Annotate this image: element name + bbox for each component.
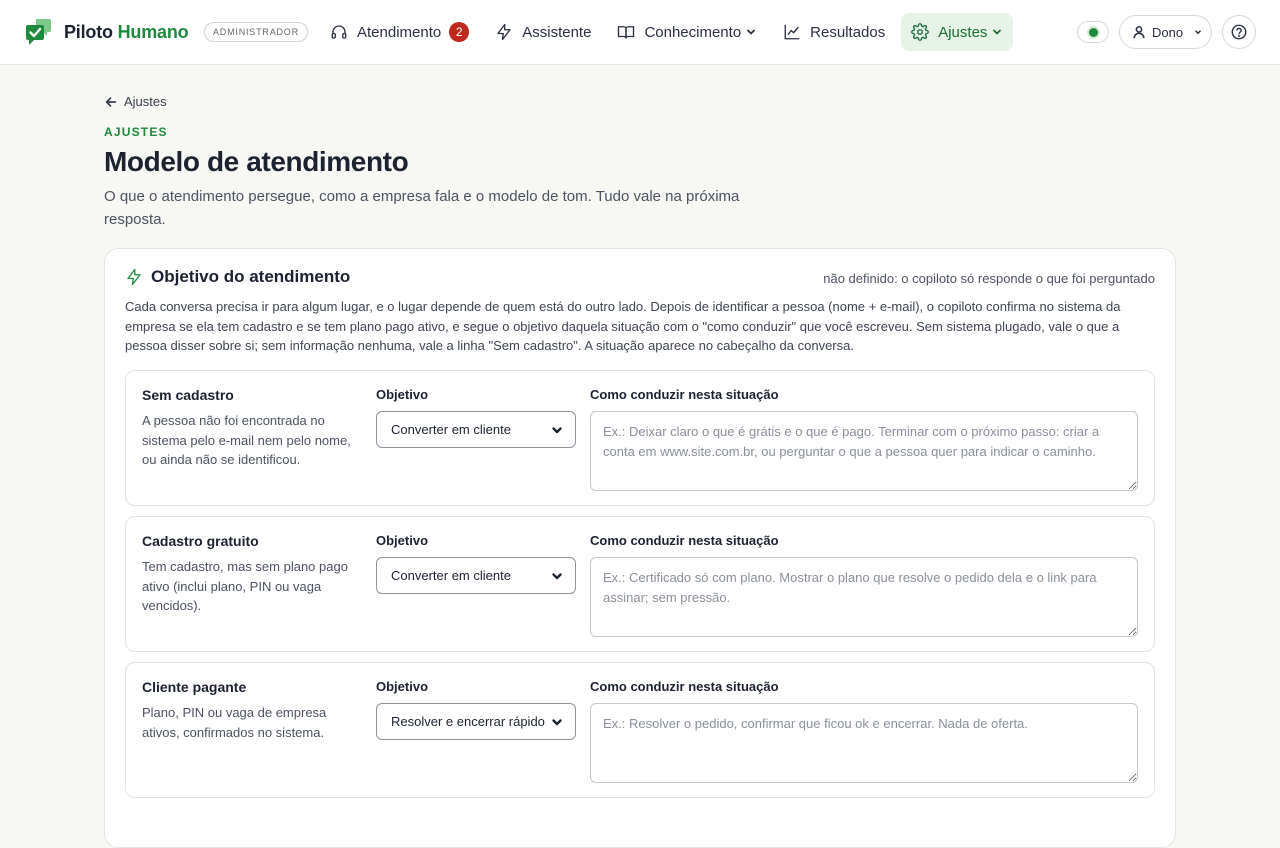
headset-icon — [331, 25, 347, 39]
back-link[interactable]: Ajustes — [104, 94, 167, 109]
objective-select-value: Resolver e encerrar rápido — [391, 714, 545, 729]
guide-label: Como conduzir nesta situação — [590, 679, 779, 694]
situation-cadastro-gratuito: Cadastro gratuito Tem cadastro, mas sem … — [125, 516, 1155, 652]
brand-name: Piloto Humano — [64, 21, 189, 42]
guide-textarea[interactable] — [590, 703, 1138, 783]
chevron-down-icon — [552, 426, 562, 433]
status-dot — [1089, 28, 1098, 37]
situation-sem-cadastro: Sem cadastro A pessoa não foi encontrada… — [125, 370, 1155, 506]
card-description: Cada conversa precisa ir para algum luga… — [125, 299, 1121, 353]
nav-item-atendimento[interactable]: Atendimento 2 — [320, 13, 479, 51]
online-status-toggle[interactable] — [1077, 21, 1109, 43]
objective-select[interactable]: Converter em cliente — [376, 411, 576, 448]
role-badge: ADMINISTRADOR — [204, 22, 308, 42]
objective-label: Objetivo — [376, 533, 429, 548]
situation-name: Cliente pagante — [142, 679, 247, 695]
nav-item-label: Assistente — [522, 23, 592, 41]
user-label: Dono — [1152, 24, 1184, 40]
arrow-left-icon — [105, 96, 117, 107]
lightning-icon — [127, 268, 141, 286]
page-eyebrow: AJUSTES — [104, 125, 168, 139]
nav-item-assistente[interactable]: Assistente — [485, 13, 601, 51]
nav-item-ajustes[interactable]: Ajustes — [901, 13, 1014, 51]
nav-item-resultados[interactable]: Resultados — [773, 13, 895, 51]
situation-name: Cadastro gratuito — [142, 533, 259, 549]
nav-item-label: Resultados — [810, 23, 886, 41]
nav-item-conhecimento[interactable]: Conhecimento — [607, 13, 767, 51]
chart-line-icon — [784, 24, 800, 40]
lightning-icon — [497, 23, 511, 41]
objective-select[interactable]: Resolver e encerrar rápido — [376, 703, 576, 740]
card-header: Objetivo do atendimento — [125, 267, 350, 287]
situation-description: Plano, PIN ou vaga de empresa ativos, co… — [142, 705, 327, 740]
help-circle-icon — [1231, 24, 1247, 40]
top-bar: Piloto Humano ADMINISTRADOR Atendimento … — [0, 0, 1280, 65]
situation-description: Tem cadastro, mas sem plano pago ativo (… — [142, 559, 348, 613]
chevron-down-icon — [1195, 30, 1202, 35]
gear-icon — [911, 23, 930, 41]
guide-textarea[interactable] — [590, 411, 1138, 491]
objective-select-value: Converter em cliente — [391, 568, 511, 583]
chevron-down-icon — [747, 29, 756, 35]
user-menu-button[interactable]: Dono — [1119, 15, 1212, 49]
nav-item-label: Atendimento — [357, 23, 442, 41]
user-icon — [1133, 25, 1145, 39]
objective-label: Objetivo — [376, 387, 429, 402]
situation-name: Sem cadastro — [142, 387, 234, 403]
brand[interactable]: Piloto Humano — [26, 18, 189, 46]
nav-item-label: Conhecimento — [644, 23, 742, 41]
objective-label: Objetivo — [376, 679, 429, 694]
chevron-down-icon — [552, 572, 562, 579]
guide-label: Como conduzir nesta situação — [590, 533, 779, 548]
situation-description: A pessoa não foi encontrada no sistema p… — [142, 413, 351, 467]
chevron-down-icon — [552, 718, 562, 725]
help-button[interactable] — [1222, 15, 1256, 49]
guide-label: Como conduzir nesta situação — [590, 387, 779, 402]
main-nav: Atendimento 2 Assistente Conhecimento Re… — [320, 13, 1019, 51]
book-icon — [618, 26, 635, 39]
chat-check-logo-icon — [26, 19, 51, 45]
objective-select[interactable]: Converter em cliente — [376, 557, 576, 594]
nav-item-label: Ajustes — [938, 23, 988, 41]
card-title: Objetivo do atendimento — [151, 267, 351, 286]
page-title: Modelo de atendimento — [104, 146, 409, 177]
objective-card: Objetivo do atendimento não definido: o … — [104, 248, 1176, 848]
situation-cliente-pagante: Cliente pagante Plano, PIN ou vaga de em… — [125, 662, 1155, 798]
objective-select-value: Converter em cliente — [391, 422, 511, 437]
objective-status-text: não definido: o copiloto só responde o q… — [823, 271, 1155, 286]
back-link-label: Ajustes — [124, 94, 167, 109]
page-description: O que o atendimento persegue, como a emp… — [104, 188, 740, 228]
chevron-down-icon — [993, 29, 1002, 35]
atendimento-count-badge: 2 — [449, 22, 470, 42]
guide-textarea[interactable] — [590, 557, 1138, 637]
